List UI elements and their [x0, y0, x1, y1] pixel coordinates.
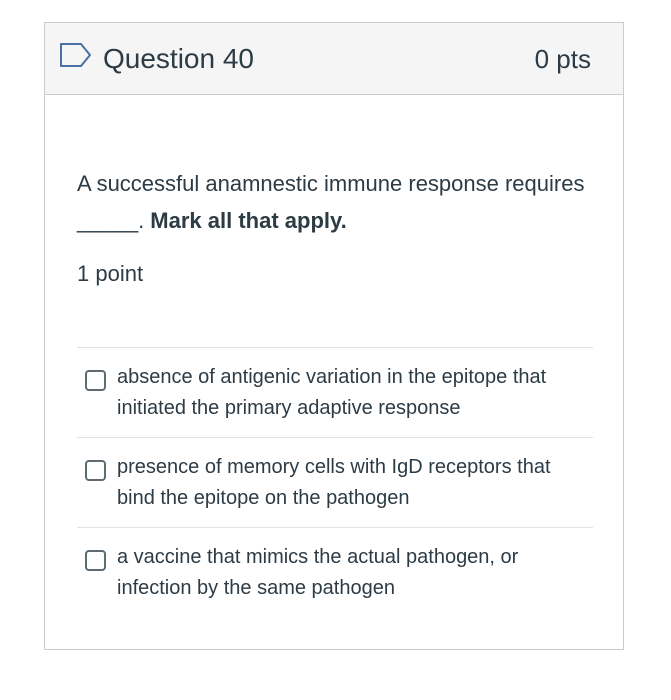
answer-option-3[interactable]: a vaccine that mimics the actual pathoge…	[77, 528, 593, 618]
answer-label: a vaccine that mimics the actual pathoge…	[117, 546, 519, 599]
answer-option-2[interactable]: presence of memory cells with IgD recept…	[77, 438, 593, 528]
checkbox[interactable]	[85, 460, 106, 481]
answer-list: absence of antigenic variation in the ep…	[77, 347, 593, 618]
checkbox[interactable]	[85, 550, 106, 571]
question-card: Question 40 0 pts A successful anamnesti…	[44, 22, 624, 650]
question-points: 0 pts	[534, 44, 591, 74]
flag-outline-icon[interactable]	[59, 42, 93, 68]
question-body: A successful anamnestic immune response …	[77, 165, 597, 292]
point-value: 1 point	[77, 261, 144, 286]
question-text: A successful anamnestic immune response …	[77, 165, 597, 239]
checkbox[interactable]	[85, 370, 106, 391]
question-title: Question 40	[103, 43, 254, 74]
answer-option-1[interactable]: absence of antigenic variation in the ep…	[77, 348, 593, 438]
question-instruction: Mark all that apply.	[150, 208, 347, 233]
answer-label: presence of memory cells with IgD recept…	[117, 456, 551, 509]
question-header: Question 40 0 pts	[45, 23, 623, 95]
answer-label: absence of antigenic variation in the ep…	[117, 366, 547, 419]
